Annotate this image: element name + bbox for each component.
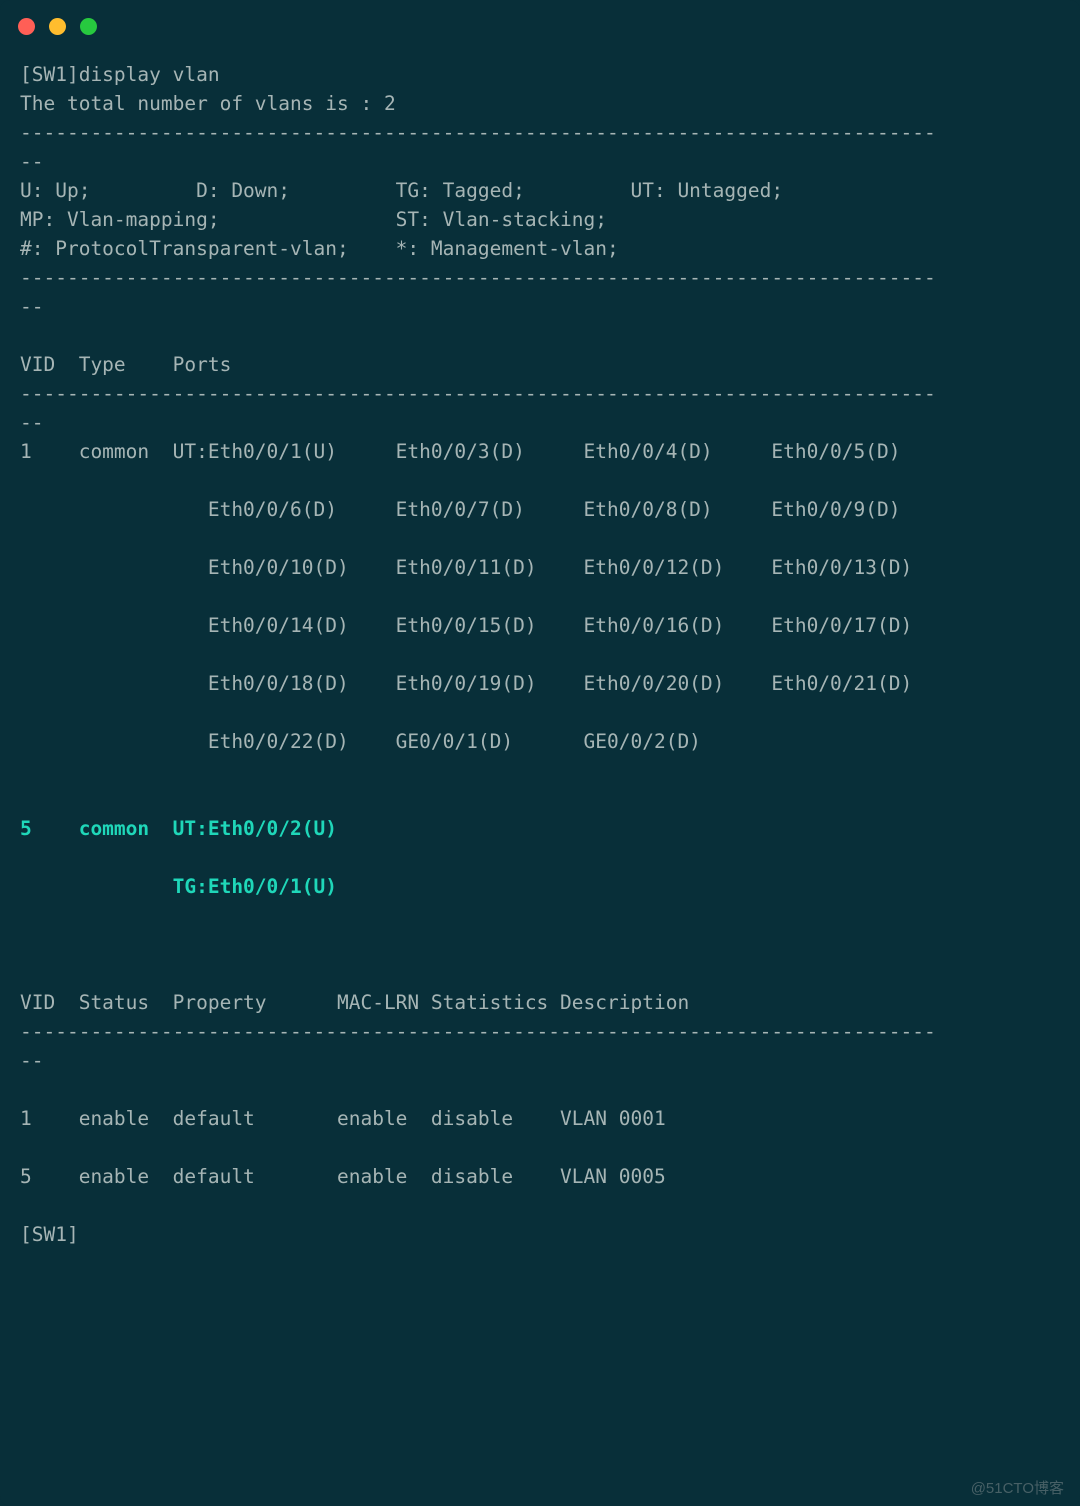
term-line-highlight: TG:Eth0/0/1(U) — [20, 875, 337, 898]
term-line: -- — [20, 1049, 43, 1072]
term-line: Eth0/0/6(D) Eth0/0/7(D) Eth0/0/8(D) Eth0… — [20, 498, 901, 521]
term-line: ----------------------------------------… — [20, 121, 936, 144]
term-line: ----------------------------------------… — [20, 266, 936, 289]
term-line: ----------------------------------------… — [20, 1020, 936, 1043]
term-line: VID Type Ports — [20, 353, 231, 376]
zoom-icon[interactable] — [80, 18, 97, 35]
minimize-icon[interactable] — [49, 18, 66, 35]
term-line: 5 enable default enable disable VLAN 000… — [20, 1165, 666, 1188]
term-line: 1 common UT:Eth0/0/1(U) Eth0/0/3(D) Eth0… — [20, 440, 901, 463]
watermark: @51CTO博客 — [971, 1477, 1064, 1498]
term-line: Eth0/0/10(D) Eth0/0/11(D) Eth0/0/12(D) E… — [20, 556, 912, 579]
terminal-output: [SW1]display vlan The total number of vl… — [20, 60, 1060, 1249]
term-line: ----------------------------------------… — [20, 382, 936, 405]
term-line: [SW1] — [20, 1223, 79, 1246]
term-line: -- — [20, 295, 43, 318]
term-line: The total number of vlans is : 2 — [20, 92, 396, 115]
close-icon[interactable] — [18, 18, 35, 35]
term-line: [SW1]display vlan — [20, 63, 220, 86]
term-line: Eth0/0/18(D) Eth0/0/19(D) Eth0/0/20(D) E… — [20, 672, 912, 695]
terminal-window: [SW1]display vlan The total number of vl… — [0, 0, 1080, 1506]
term-line: -- — [20, 150, 43, 173]
term-line: Eth0/0/14(D) Eth0/0/15(D) Eth0/0/16(D) E… — [20, 614, 912, 637]
term-line: MP: Vlan-mapping; ST: Vlan-stacking; — [20, 208, 607, 231]
term-line: VID Status Property MAC-LRN Statistics D… — [20, 991, 689, 1014]
window-controls — [18, 18, 97, 35]
term-line: U: Up; D: Down; TG: Tagged; UT: Untagged… — [20, 179, 783, 202]
term-line: -- — [20, 411, 43, 434]
term-line-highlight: 5 common UT:Eth0/0/2(U) — [20, 817, 337, 840]
term-line: 1 enable default enable disable VLAN 000… — [20, 1107, 666, 1130]
term-line: #: ProtocolTransparent-vlan; *: Manageme… — [20, 237, 619, 260]
term-line: Eth0/0/22(D) GE0/0/1(D) GE0/0/2(D) — [20, 730, 701, 753]
